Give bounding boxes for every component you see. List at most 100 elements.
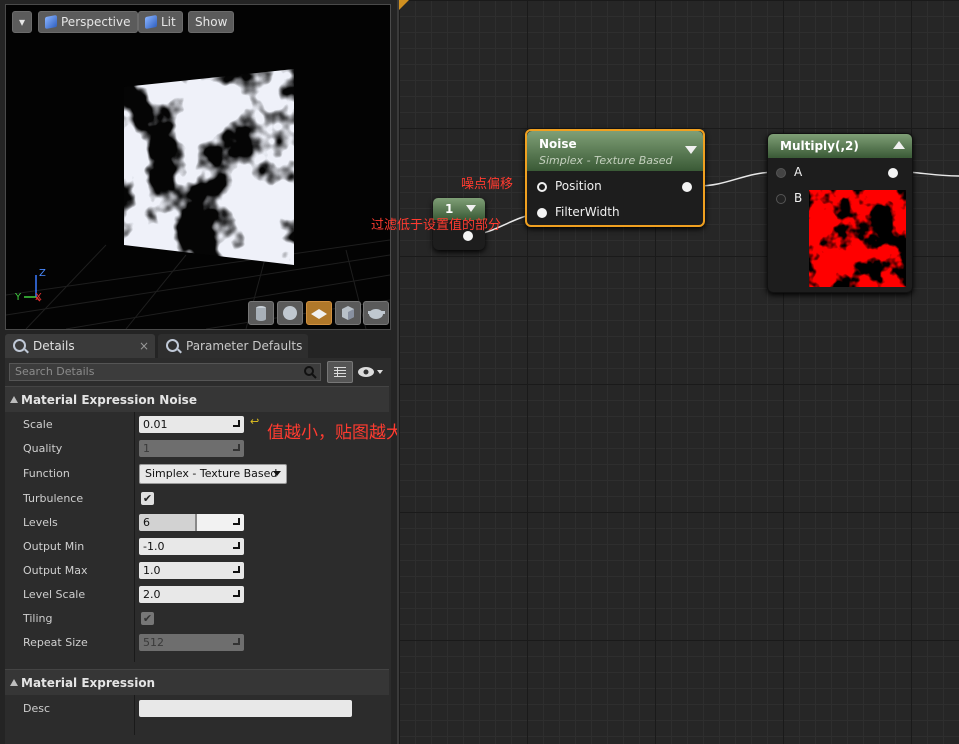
position-pin-label: Position: [555, 179, 602, 193]
property-label: Scale: [23, 418, 53, 431]
property-label: Levels: [23, 516, 58, 529]
level-scale-input[interactable]: 2.0: [139, 586, 244, 603]
drag-corner-icon: [233, 444, 240, 451]
teapot-preview-button[interactable]: [363, 301, 389, 325]
tab-details[interactable]: Details ×: [5, 334, 155, 358]
sphere-preview-button[interactable]: [277, 301, 303, 325]
filterwidth-input-pin[interactable]: [537, 208, 547, 218]
level-scale-value: 2.0: [143, 588, 161, 601]
panel-tabs: Details × Parameter Defaults: [5, 334, 391, 358]
tab-parameter-defaults[interactable]: Parameter Defaults: [158, 334, 308, 358]
repeat-size-value: 512: [143, 636, 164, 649]
output-min-value: -1.0: [143, 540, 165, 553]
noise-output-pin[interactable]: [682, 182, 692, 192]
reset-to-default-icon[interactable]: ↩: [250, 415, 259, 428]
graph-wires: [399, 0, 959, 237]
property-label: Repeat Size: [23, 636, 88, 649]
show-button[interactable]: Show: [188, 11, 235, 33]
visibility-dropdown[interactable]: [357, 364, 387, 380]
property-matrix-button[interactable]: [327, 361, 353, 383]
material-graph-canvas[interactable]: 1 Noise Simplex - Texture Based Position…: [397, 0, 959, 744]
tab-parameter-defaults-label: Parameter Defaults: [186, 339, 303, 353]
noise-node-title: Noise: [539, 137, 577, 151]
axis-y-label: Y: [15, 292, 22, 303]
axis-x-label: X: [35, 292, 42, 303]
search-placeholder: Search Details: [15, 365, 95, 378]
section-material-expression-noise[interactable]: Material Expression Noise: [5, 386, 389, 412]
multiply-node-header: Multiply(,2): [768, 134, 912, 158]
property-label: Tiling: [23, 612, 53, 625]
cube-preview-button[interactable]: [335, 301, 361, 325]
desc-input[interactable]: [139, 700, 352, 717]
section-title: Material Expression: [21, 676, 156, 690]
cylinder-preview-button[interactable]: [248, 301, 274, 325]
collapse-arrow-icon[interactable]: [685, 146, 697, 154]
scale-value: 0.01: [143, 418, 168, 431]
a-pin-label: A: [794, 165, 803, 179]
search-icon: [304, 366, 317, 379]
position-annotation: 噪点偏移: [461, 177, 514, 192]
viewport-menu-button[interactable]: ▾: [12, 11, 32, 33]
output-max-input[interactable]: 1.0: [139, 562, 244, 579]
levels-value: 6: [143, 516, 150, 529]
collapse-arrow-icon[interactable]: [466, 205, 476, 212]
lit-button[interactable]: Lit: [138, 11, 183, 33]
tab-details-label: Details: [33, 339, 75, 353]
grid-icon: [334, 367, 346, 377]
perspective-button[interactable]: Perspective: [38, 11, 138, 33]
section-title: Material Expression Noise: [21, 393, 197, 407]
camera-cube-icon: [45, 14, 57, 30]
noise-node[interactable]: Noise Simplex - Texture Based Position F…: [525, 129, 705, 227]
sphere-icon: [283, 306, 297, 320]
function-dropdown[interactable]: Simplex - Texture Based: [139, 464, 287, 484]
property-row-output-max: Output Max 1.0: [5, 559, 385, 583]
property-row-desc: Desc: [5, 697, 385, 721]
section-material-expression[interactable]: Material Expression: [5, 669, 389, 695]
search-details-input[interactable]: Search Details: [9, 363, 321, 381]
property-label: Quality: [23, 442, 63, 455]
lit-cube-icon: [145, 14, 157, 30]
property-label: Level Scale: [23, 588, 86, 601]
property-label: Desc: [23, 702, 51, 715]
output-min-input[interactable]: -1.0: [139, 538, 244, 555]
a-input-pin[interactable]: [776, 168, 786, 178]
multiply-node[interactable]: Multiply(,2) A B: [767, 133, 913, 293]
property-row-output-min: Output Min -1.0: [5, 535, 385, 559]
property-row-tiling: Tiling ✔: [5, 607, 385, 631]
expand-arrow-icon[interactable]: [893, 141, 905, 149]
cube-icon: [342, 306, 354, 320]
tiling-checkbox: ✔: [141, 612, 154, 625]
parameters-magnifier-icon: [166, 339, 179, 352]
tab-details-close-icon[interactable]: ×: [139, 334, 149, 358]
property-label: Function: [23, 467, 70, 480]
scale-input[interactable]: 0.01: [139, 416, 244, 433]
property-row-turbulence: Turbulence ✔: [5, 487, 385, 511]
slider-handle[interactable]: [195, 514, 197, 531]
multiply-output-pin[interactable]: [888, 168, 898, 178]
b-input-pin[interactable]: [776, 194, 786, 204]
plane-preview-button[interactable]: [306, 301, 332, 325]
levels-slider-input[interactable]: 6: [139, 514, 244, 531]
position-input-pin[interactable]: [537, 182, 547, 192]
material-preview-viewport[interactable]: ▾ Perspective Lit Show Z Y X: [5, 4, 391, 330]
multiply-preview-thumbnail: [809, 190, 906, 287]
teapot-icon: [368, 309, 385, 319]
show-label: Show: [195, 15, 228, 29]
function-value: Simplex - Texture Based: [145, 467, 278, 480]
turbulence-checkbox[interactable]: ✔: [141, 492, 154, 505]
cylinder-icon: [256, 306, 266, 321]
chevron-down-icon: ▾: [18, 15, 26, 29]
noise-node-header: Noise Simplex - Texture Based: [527, 131, 703, 171]
property-label: Turbulence: [23, 492, 84, 505]
drag-corner-icon: [233, 542, 240, 549]
multiply-node-title: Multiply(,2): [780, 139, 859, 153]
property-row-level-scale: Level Scale 2.0: [5, 583, 385, 607]
perspective-label: Perspective: [61, 15, 131, 29]
lit-label: Lit: [161, 15, 176, 29]
dropdown-arrow-icon: [273, 471, 281, 476]
eye-icon: [358, 367, 383, 377]
axis-z-label: Z: [39, 268, 46, 279]
quality-input: 1: [139, 440, 244, 457]
collapse-arrow-icon: [10, 396, 18, 403]
property-row-levels: Levels 6: [5, 511, 385, 535]
